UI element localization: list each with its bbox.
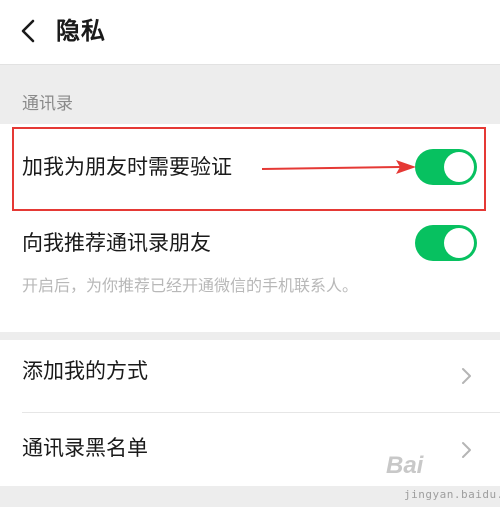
recommend-contacts-description: 开启后，为你推荐已经开通微信的手机联系人。 xyxy=(22,276,359,295)
toggle-knob xyxy=(444,228,474,258)
navigation-settings-card: 添加我的方式 通讯录黑名单 xyxy=(0,340,500,486)
contacts-blacklist-label: 通讯录黑名单 xyxy=(22,436,148,460)
page-title: 隐私 xyxy=(56,17,106,45)
chevron-left-icon xyxy=(21,19,35,43)
watermark-url: jingyan.baidu.com xyxy=(404,488,500,501)
chevron-right-icon xyxy=(462,368,471,384)
section-label-contacts: 通讯录 xyxy=(22,94,73,114)
add-me-methods-label: 添加我的方式 xyxy=(22,359,148,383)
header-bar: 隐私 xyxy=(0,0,500,65)
add-me-methods-row[interactable]: 添加我的方式 xyxy=(0,340,500,412)
back-button[interactable] xyxy=(14,16,44,46)
recommend-contacts-label: 向我推荐通讯录朋友 xyxy=(22,231,211,255)
chevron-right-icon xyxy=(462,442,471,458)
recommend-contacts-toggle[interactable] xyxy=(415,225,477,261)
watermark-logo: Bai xyxy=(386,452,424,479)
contacts-blacklist-row[interactable]: 通讯录黑名单 xyxy=(0,413,500,486)
annotation-arrow-icon xyxy=(261,160,416,174)
